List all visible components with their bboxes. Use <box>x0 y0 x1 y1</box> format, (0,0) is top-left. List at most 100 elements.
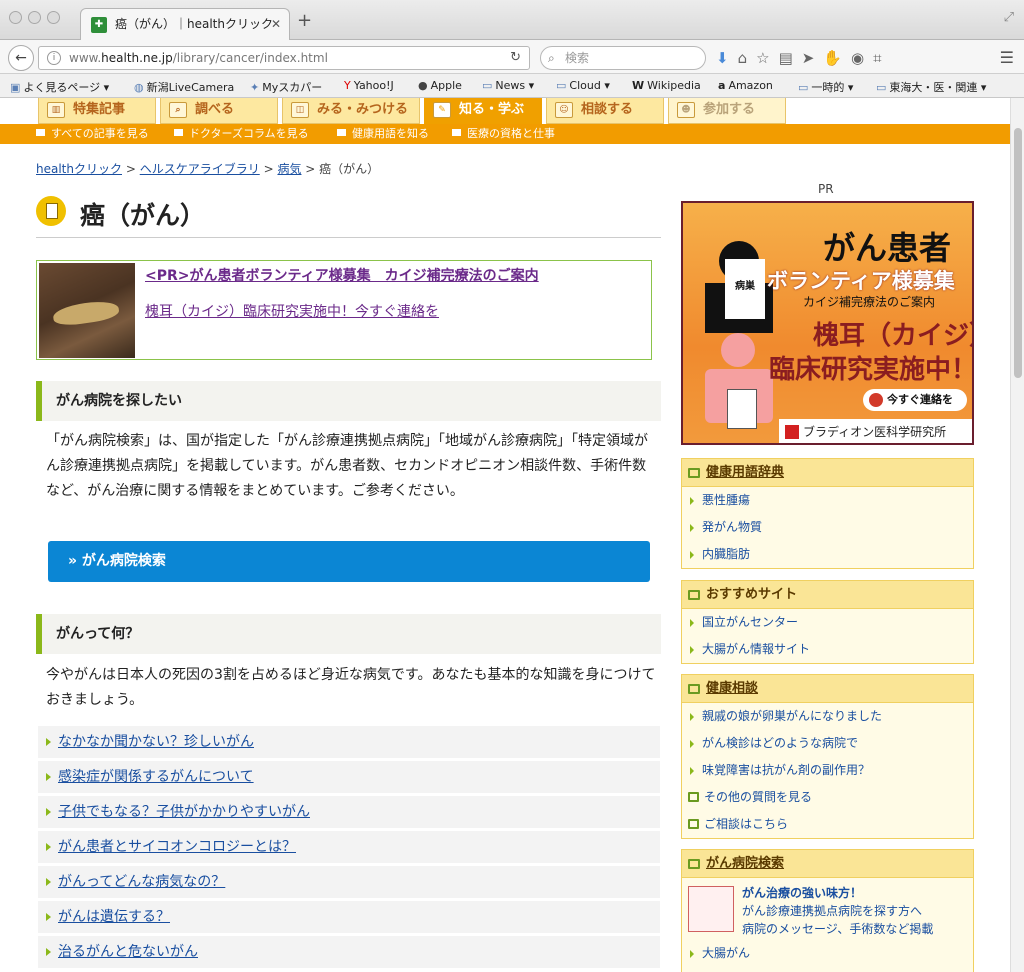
article-link[interactable]: 感染症が関係するがんについて <box>38 761 660 793</box>
article-link-text[interactable]: がんは遺伝する？ <box>58 909 170 925</box>
item-label[interactable]: 悪性腫瘍 <box>702 493 750 507</box>
breadcrumb-disease[interactable]: 病気 <box>277 162 301 176</box>
item-label[interactable]: 発がん物質 <box>702 520 762 534</box>
bookmark-item[interactable]: ▭ News ▾ <box>482 79 534 92</box>
article-link[interactable]: 子供でもなる？子供がかかりやすいがん <box>38 796 660 828</box>
item-label[interactable]: その他の質問を見る <box>704 790 812 804</box>
fullscreen-icon[interactable]: ⤢ <box>1004 10 1014 25</box>
item-label[interactable]: 味覚障害は抗がん剤の副作用？ <box>702 763 870 777</box>
recommended-item[interactable]: 国立がんセンター <box>682 609 973 636</box>
bookmark-item[interactable]: Y Yahoo!J <box>344 79 394 92</box>
subnav-item[interactable]: すべての記事を見る <box>36 124 149 143</box>
subnav-item[interactable]: 医療の資格と仕事 <box>452 124 555 143</box>
bookmark-item[interactable]: ▭ 東海大・医・関連 ▾ <box>876 79 986 95</box>
reload-icon[interactable]: ↻ <box>510 47 521 69</box>
nav-join[interactable]: ☻ 参加する <box>668 98 786 124</box>
arrow-icon <box>46 913 51 921</box>
promo-text-link[interactable]: 槐耳（カイジ）臨床研究実施中！今すぐ連絡を <box>145 301 439 321</box>
article-link-text[interactable]: なかなか聞かない？珍しいがん <box>58 734 254 750</box>
article-link-text[interactable]: がんってどんな病気なの？ <box>58 874 225 890</box>
item-label[interactable]: 大腸がん <box>702 946 750 960</box>
article-link[interactable]: がんってどんな病気なの？ <box>38 866 660 898</box>
article-link[interactable]: がんは遺伝する？ <box>38 901 660 933</box>
reader-icon[interactable]: ▤ <box>779 49 802 67</box>
article-link-text[interactable]: 感染症が関係するがんについて <box>58 769 254 785</box>
box-title[interactable]: 健康相談 <box>706 681 758 696</box>
back-button[interactable]: ← <box>8 45 34 71</box>
hospital-feature[interactable]: がん治療の強い味方！ がん診療連携拠点病院を探す方へ 病院のメッセージ、手術数な… <box>682 878 973 940</box>
nav-consult[interactable]: ☺ 相談する <box>546 98 664 124</box>
box-header[interactable]: 健康用語辞典 <box>682 459 973 487</box>
bookmark-item[interactable]: ● Apple <box>418 79 462 92</box>
box-title[interactable]: 健康用語辞典 <box>706 465 784 480</box>
ad-cta-button[interactable]: 今すぐ連絡を <box>863 389 967 411</box>
breadcrumb-library[interactable]: ヘルスケアライブラリ <box>140 162 260 176</box>
hospital-search-button[interactable]: » がん病院検索 <box>48 541 650 582</box>
hamburger-menu-icon[interactable]: ☰ <box>1000 48 1014 67</box>
article-link[interactable]: がん患者とサイコオンコロジーとは？ <box>38 831 660 863</box>
nav-discover[interactable]: ◫ みる・みつける <box>282 98 420 124</box>
item-label[interactable]: 大腸がん情報サイト <box>702 642 810 656</box>
consult-item[interactable]: 味覚障害は抗がん剤の副作用？ <box>682 757 973 784</box>
breadcrumb-home[interactable]: healthクリック <box>36 162 122 176</box>
box-header[interactable]: 健康相談 <box>682 675 973 703</box>
adblock-icon[interactable]: ◉ <box>851 49 873 67</box>
site-info-icon[interactable]: i <box>47 51 61 65</box>
bookmark-item[interactable]: ▣ よく見るページ ▾ <box>10 79 109 95</box>
home-icon[interactable]: ⌂ <box>738 49 757 67</box>
item-label[interactable]: 内臓脂肪 <box>702 547 750 561</box>
nav-learn[interactable]: ✎ 知る・学ぶ <box>424 98 542 124</box>
new-tab-icon[interactable]: + <box>297 10 312 31</box>
bookmark-item[interactable]: ▭ Cloud ▾ <box>556 79 610 92</box>
banner-ad[interactable]: 病巣 がん患者 ボランティア様募集 カイジ補完療法のご案内 槐耳（カイジ） 臨床… <box>681 201 974 445</box>
consult-ask-link[interactable]: ご相談はこちら <box>682 811 973 838</box>
window-zoom-button[interactable] <box>47 11 60 24</box>
scrollbar-thumb[interactable] <box>1014 128 1022 378</box>
item-label[interactable]: 親戚の娘が卵巣がんになりました <box>702 709 882 723</box>
bookmark-item[interactable]: W Wikipedia <box>632 79 701 92</box>
bookmark-item[interactable]: ✦ Myスカパー <box>250 79 322 95</box>
tab-close-icon[interactable]: ✕ <box>271 9 281 39</box>
url-bar[interactable]: i www.health.ne.jp/library/cancer/index.… <box>38 46 530 70</box>
consult-item[interactable]: 親戚の娘が卵巣がんになりました <box>682 703 973 730</box>
bookmark-star-icon[interactable]: ☆ <box>756 49 778 67</box>
glossary-item[interactable]: 悪性腫瘍 <box>682 487 973 514</box>
article-link-text[interactable]: がん患者とサイコオンコロジーとは？ <box>58 839 296 855</box>
promo-ad-box[interactable]: <PR>がん患者ボランティア様募集 カイジ補完療法のご案内 槐耳（カイジ）臨床研… <box>36 260 652 360</box>
consult-item[interactable]: がん検診はどのような病院で <box>682 730 973 757</box>
send-icon[interactable]: ➤ <box>802 49 824 67</box>
bookmark-item[interactable]: ◍ 新潟LiveCamera <box>134 79 234 95</box>
glossary-item[interactable]: 発がん物質 <box>682 514 973 541</box>
download-icon[interactable]: ⬇ <box>716 49 738 67</box>
article-link-text[interactable]: 治るがんと危ないがん <box>58 944 198 960</box>
item-label[interactable]: がん検診はどのような病院で <box>702 736 858 750</box>
bookmark-item[interactable]: a Amazon <box>718 79 773 92</box>
glossary-item[interactable]: 内臓脂肪 <box>682 541 973 568</box>
recommended-item[interactable]: 大腸がん情報サイト <box>682 636 973 663</box>
promo-title-link[interactable]: <PR>がん患者ボランティア様募集 カイジ補完療法のご案内 <box>145 265 539 285</box>
feature-title[interactable]: がん治療の強い味方！ <box>742 886 862 900</box>
article-link-text[interactable]: 子供でもなる？子供がかかりやすいがん <box>58 804 310 820</box>
arrow-icon <box>46 773 51 781</box>
nav-search[interactable]: ⌕ 調べる <box>160 98 278 124</box>
hospital-item[interactable]: 大腸がん <box>682 940 973 967</box>
article-link[interactable]: なかなか聞かない？珍しいがん <box>38 726 660 758</box>
item-label[interactable]: ご相談はこちら <box>704 817 788 831</box>
window-close-button[interactable] <box>9 11 22 24</box>
crop-icon[interactable]: ⌗ <box>873 49 890 67</box>
box-header[interactable]: がん病院検索 <box>682 850 973 878</box>
mushroom-image[interactable] <box>39 263 135 358</box>
article-link[interactable]: 治るがんと危ないがん <box>38 936 660 968</box>
subnav-item[interactable]: 健康用語を知る <box>337 124 429 143</box>
item-label[interactable]: 国立がんセンター <box>702 615 798 629</box>
pocket-icon[interactable]: ✋ <box>823 49 851 67</box>
box-title[interactable]: がん病院検索 <box>706 856 784 871</box>
search-input[interactable]: ⌕ 検索 <box>540 46 706 70</box>
subnav-item[interactable]: ドクターズコラムを見る <box>174 124 309 143</box>
browser-tab[interactable]: ✚ 癌（がん）｜healthクリック ✕ <box>80 8 290 40</box>
consult-more-link[interactable]: その他の質問を見る <box>682 784 973 811</box>
bookmark-item[interactable]: ▭ 一時的 ▾ <box>798 79 853 95</box>
window-minimize-button[interactable] <box>28 11 41 24</box>
page-scrollbar[interactable] <box>1010 98 1024 972</box>
nav-feature[interactable]: ▥ 特集記事 <box>38 98 156 124</box>
